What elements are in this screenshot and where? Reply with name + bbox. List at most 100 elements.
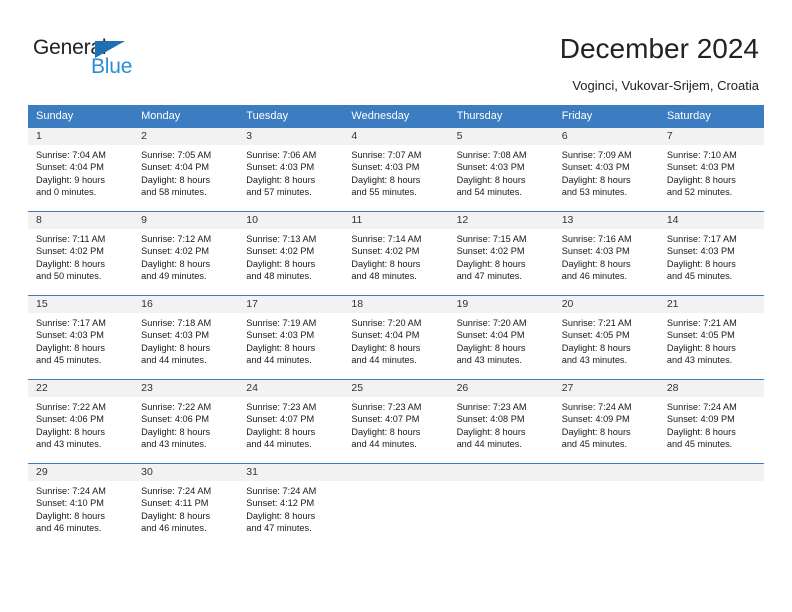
sunrise-text: Sunrise: 7:04 AM: [36, 150, 106, 160]
sunset-text: Sunset: 4:04 PM: [456, 330, 525, 341]
weekday-header-saturday: Saturday: [658, 105, 764, 127]
sunset-text: Sunset: 4:05 PM: [561, 330, 630, 341]
day-number: 14: [658, 212, 764, 229]
calendar-empty-cell: [553, 463, 659, 547]
sunset-text: Sunset: 4:07 PM: [351, 414, 420, 425]
calendar-day-cell[interactable]: 20 Sunrise: 7:21 AM Sunset: 4:05 PM Dayligh…: [553, 295, 659, 379]
calendar-day-cell[interactable]: 4 Sunrise: 7:07 AM Sunset: 4:03 PM Daylight…: [343, 127, 449, 211]
day-details: Sunrise: 7:11 AM Sunset: 4:02 PM Daylight:…: [28, 229, 133, 283]
calendar-day-cell[interactable]: 17 Sunrise: 7:19 AM Sunset: 4:03 PM Dayligh…: [238, 295, 344, 379]
calendar-day-cell[interactable]: 31 Sunrise: 7:24 AM Sunset: 4:12 PM Dayligh…: [238, 463, 344, 547]
day-number: 26: [448, 380, 554, 397]
calendar-day-cell[interactable]: 1 Sunrise: 7:04 AM Sunset: 4:04 PM Daylight…: [28, 127, 134, 211]
daylight-text-line2: and 50 minutes.: [36, 271, 102, 282]
day-number: 25: [343, 380, 449, 397]
calendar-week-row: 22 Sunrise: 7:22 AM Sunset: 4:06 PM Dayligh…: [28, 379, 764, 463]
sunrise-text: Sunrise: 7:19 AM: [246, 318, 317, 328]
daylight-text-line1: Daylight: 8 hours: [36, 426, 105, 437]
daylight-text-line1: Daylight: 8 hours: [456, 174, 526, 185]
day-number: 12: [448, 212, 554, 229]
calendar-day-cell[interactable]: 21 Sunrise: 7:21 AM Sunset: 4:05 PM Dayligh…: [658, 295, 764, 379]
day-number: 31: [238, 464, 344, 481]
calendar-day-cell[interactable]: 6 Sunrise: 7:09 AM Sunset: 4:03 PM Daylight…: [553, 127, 659, 211]
sunset-text: Sunset: 4:08 PM: [456, 414, 525, 425]
sunset-text: Sunset: 4:12 PM: [246, 498, 315, 509]
daylight-text-line2: and 48 minutes.: [246, 271, 312, 282]
sunset-text: Sunset: 4:04 PM: [141, 162, 210, 173]
sunset-text: Sunset: 4:04 PM: [351, 330, 420, 341]
sunrise-text: Sunrise: 7:06 AM: [246, 150, 317, 160]
daylight-text-line1: Daylight: 8 hours: [351, 258, 421, 269]
weekday-header-wednesday: Wednesday: [343, 105, 449, 127]
day-details: Sunrise: 7:07 AM Sunset: 4:03 PM Daylight:…: [343, 145, 448, 199]
day-details: Sunrise: 7:23 AM Sunset: 4:07 PM Daylight:…: [238, 397, 343, 451]
sunrise-text: Sunrise: 7:15 AM: [456, 234, 527, 244]
day-number: 23: [133, 380, 239, 397]
calendar-day-cell[interactable]: 24 Sunrise: 7:23 AM Sunset: 4:07 PM Dayligh…: [238, 379, 344, 463]
calendar-day-cell[interactable]: 7 Sunrise: 7:10 AM Sunset: 4:03 PM Daylight…: [658, 127, 764, 211]
day-details: Sunrise: 7:24 AM Sunset: 4:11 PM Daylight:…: [133, 481, 238, 535]
day-details: Sunrise: 7:20 AM Sunset: 4:04 PM Daylight:…: [343, 313, 448, 367]
day-details: Sunrise: 7:20 AM Sunset: 4:04 PM Daylight:…: [449, 313, 554, 367]
calendar-day-cell[interactable]: 2 Sunrise: 7:05 AM Sunset: 4:04 PM Daylight…: [133, 127, 239, 211]
sunset-text: Sunset: 4:04 PM: [36, 162, 104, 173]
calendar-day-cell[interactable]: 23 Sunrise: 7:22 AM Sunset: 4:06 PM Dayligh…: [133, 379, 239, 463]
sunrise-text: Sunrise: 7:21 AM: [666, 318, 737, 328]
calendar-day-cell[interactable]: 16 Sunrise: 7:18 AM Sunset: 4:03 PM Dayligh…: [133, 295, 239, 379]
daylight-text-line2: and 58 minutes.: [141, 187, 207, 198]
calendar-table: Sunday Monday Tuesday Wednesday Thursday Frid…: [28, 105, 764, 547]
calendar-day-cell[interactable]: 18 Sunrise: 7:20 AM Sunset: 4:04 PM Dayligh…: [343, 295, 449, 379]
day-details: Sunrise: 7:08 AM Sunset: 4:03 PM Daylight:…: [449, 145, 554, 199]
sunrise-text: Sunrise: 7:24 AM: [246, 486, 317, 496]
day-details: Sunrise: 7:17 AM Sunset: 4:03 PM Daylight:…: [659, 229, 764, 283]
sunset-text: Sunset: 4:02 PM: [246, 246, 315, 257]
day-details: Sunrise: 7:23 AM Sunset: 4:08 PM Daylight:…: [449, 397, 554, 451]
sunset-text: Sunset: 4:03 PM: [141, 330, 210, 341]
sunset-text: Sunset: 4:06 PM: [141, 414, 210, 425]
daylight-text-line2: and 43 minutes.: [36, 439, 102, 450]
daylight-text-line2: and 45 minutes.: [36, 355, 102, 366]
calendar-day-cell[interactable]: 29 Sunrise: 7:24 AM Sunset: 4:10 PM Dayligh…: [28, 463, 134, 547]
sunrise-text: Sunrise: 7:11 AM: [36, 234, 106, 244]
daylight-text-line2: and 47 minutes.: [246, 523, 312, 534]
calendar-day-cell[interactable]: 11 Sunrise: 7:14 AM Sunset: 4:02 PM Dayligh…: [343, 211, 449, 295]
daylight-text-line1: Daylight: 8 hours: [141, 258, 211, 269]
daylight-text-line1: Daylight: 8 hours: [561, 174, 631, 185]
calendar-day-cell[interactable]: 30 Sunrise: 7:24 AM Sunset: 4:11 PM Dayligh…: [133, 463, 239, 547]
daylight-text-line2: and 0 minutes.: [36, 187, 97, 198]
calendar-day-cell[interactable]: 5 Sunrise: 7:08 AM Sunset: 4:03 PM Daylight…: [448, 127, 554, 211]
calendar-day-cell[interactable]: 25 Sunrise: 7:23 AM Sunset: 4:07 PM Dayligh…: [343, 379, 449, 463]
general-blue-logo[interactable]: General Blue: [33, 36, 213, 84]
calendar-day-cell[interactable]: 19 Sunrise: 7:20 AM Sunset: 4:04 PM Dayligh…: [448, 295, 554, 379]
daylight-text-line1: Daylight: 9 hours: [36, 174, 105, 185]
sunrise-text: Sunrise: 7:16 AM: [561, 234, 632, 244]
day-details: Sunrise: 7:09 AM Sunset: 4:03 PM Daylight:…: [554, 145, 659, 199]
daylight-text-line2: and 46 minutes.: [36, 523, 102, 534]
calendar-day-cell[interactable]: 28 Sunrise: 7:24 AM Sunset: 4:09 PM Dayligh…: [658, 379, 764, 463]
calendar-day-cell[interactable]: 15 Sunrise: 7:17 AM Sunset: 4:03 PM Dayligh…: [28, 295, 134, 379]
day-number: 8: [28, 212, 134, 229]
calendar-day-cell[interactable]: 26 Sunrise: 7:23 AM Sunset: 4:08 PM Dayligh…: [448, 379, 554, 463]
daylight-text-line1: Daylight: 8 hours: [351, 342, 421, 353]
day-details: Sunrise: 7:12 AM Sunset: 4:02 PM Daylight:…: [133, 229, 238, 283]
calendar-day-cell[interactable]: 14 Sunrise: 7:17 AM Sunset: 4:03 PM Dayligh…: [658, 211, 764, 295]
calendar-day-cell[interactable]: 3 Sunrise: 7:06 AM Sunset: 4:03 PM Daylight…: [238, 127, 344, 211]
day-number: 17: [238, 296, 344, 313]
weekday-header-friday: Friday: [553, 105, 659, 127]
daylight-text-line2: and 48 minutes.: [351, 271, 417, 282]
sunrise-text: Sunrise: 7:13 AM: [246, 234, 317, 244]
day-details: Sunrise: 7:17 AM Sunset: 4:03 PM Daylight:…: [28, 313, 133, 367]
calendar-day-cell[interactable]: 9 Sunrise: 7:12 AM Sunset: 4:02 PM Daylight…: [133, 211, 239, 295]
calendar-day-cell[interactable]: 27 Sunrise: 7:24 AM Sunset: 4:09 PM Dayligh…: [553, 379, 659, 463]
daylight-text-line1: Daylight: 8 hours: [456, 258, 526, 269]
day-number: 9: [133, 212, 239, 229]
day-number: 6: [553, 128, 659, 145]
calendar-day-cell[interactable]: 10 Sunrise: 7:13 AM Sunset: 4:02 PM Dayligh…: [238, 211, 344, 295]
daylight-text-line1: Daylight: 8 hours: [246, 258, 316, 269]
calendar-day-cell[interactable]: 13 Sunrise: 7:16 AM Sunset: 4:03 PM Dayligh…: [553, 211, 659, 295]
calendar-day-cell[interactable]: 22 Sunrise: 7:22 AM Sunset: 4:06 PM Dayligh…: [28, 379, 134, 463]
calendar-day-cell[interactable]: 8 Sunrise: 7:11 AM Sunset: 4:02 PM Daylight…: [28, 211, 134, 295]
calendar-day-cell[interactable]: 12 Sunrise: 7:15 AM Sunset: 4:02 PM Dayligh…: [448, 211, 554, 295]
day-number: 18: [343, 296, 449, 313]
day-number: 22: [28, 380, 134, 397]
